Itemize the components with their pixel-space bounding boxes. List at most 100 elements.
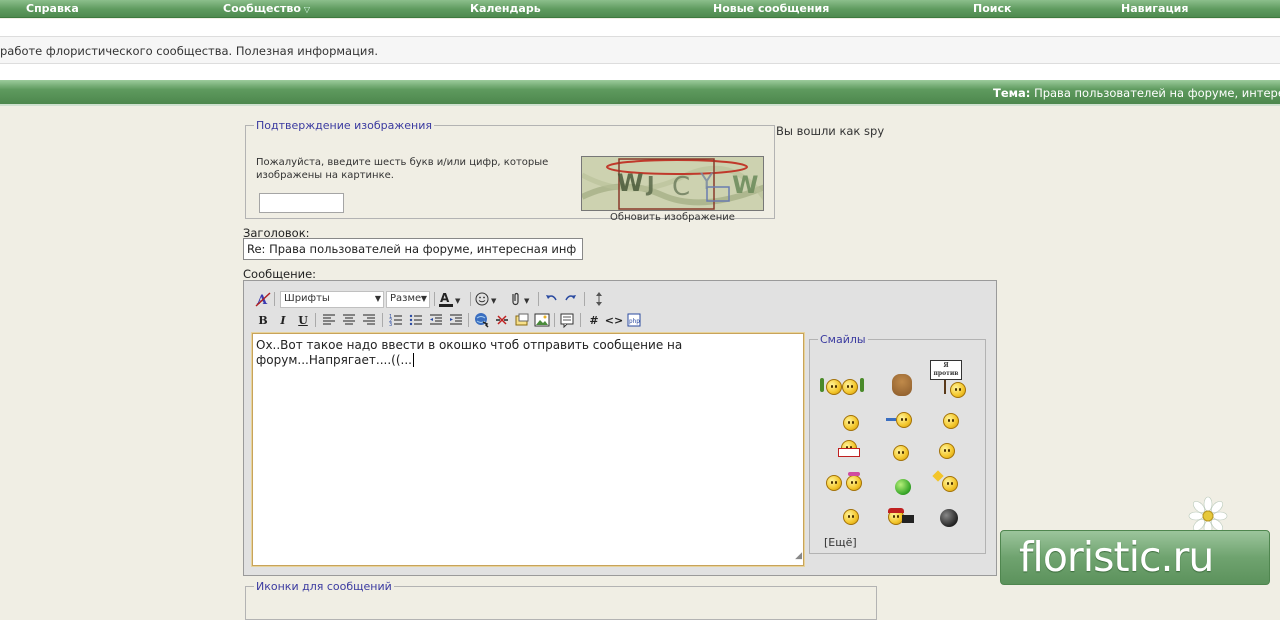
topic-label: Тема: <box>993 86 1031 100</box>
size-select-label: Разме <box>390 293 422 304</box>
toolbar-separator <box>434 292 435 306</box>
smiley-smile[interactable] <box>840 412 862 434</box>
more-smiles-link[interactable]: [Ещё] <box>824 536 857 549</box>
title-input[interactable] <box>243 238 583 260</box>
nav-calendar[interactable]: Календарь <box>470 2 541 15</box>
nav-community[interactable]: Сообщество ▽ <box>223 2 310 15</box>
smiles-fieldset: Смайлы Я против [Ещё] <box>809 333 986 554</box>
toolbar-separator <box>470 292 471 306</box>
bow-icon <box>848 472 860 476</box>
captcha-legend: Подтверждение изображения <box>256 119 433 132</box>
smiley-face-icon <box>943 413 959 429</box>
svg-text:php: php <box>629 318 640 325</box>
nav-search[interactable]: Поиск <box>973 2 1011 15</box>
redo-icon[interactable] <box>562 290 580 308</box>
smiley-help[interactable] <box>838 440 860 462</box>
hash-tag-icon[interactable]: # <box>585 311 603 329</box>
smiley-face-icon <box>942 476 958 492</box>
message-label: Сообщение: <box>243 267 317 281</box>
smiley-frown[interactable] <box>890 442 912 464</box>
remove-format-icon[interactable]: A <box>254 290 272 308</box>
align-center-icon[interactable] <box>340 311 358 329</box>
nav-new-posts[interactable]: Новые сообщения <box>713 2 829 15</box>
message-text: Ох..Вот такое надо ввести в окошко чтоб … <box>256 338 683 367</box>
protest-sign-text: Я против <box>933 362 959 377</box>
protest-sign: Я против <box>930 360 962 380</box>
smiley-annoyed[interactable] <box>940 410 962 432</box>
numbered-list-icon[interactable]: 123 <box>387 311 405 329</box>
smiley-sign-against[interactable]: Я против <box>930 360 970 400</box>
align-right-icon[interactable] <box>360 311 378 329</box>
svg-text:W: W <box>617 169 643 197</box>
outdent-icon[interactable] <box>427 311 445 329</box>
smiley-face-icon <box>843 509 859 525</box>
insert-link-icon[interactable] <box>473 311 491 329</box>
captcha-image-graphic: W J C Y W <box>582 157 763 210</box>
smiley-face-icon <box>950 382 966 398</box>
remove-link-icon[interactable] <box>493 311 511 329</box>
svg-text:▼: ▼ <box>455 297 461 305</box>
toolbar-separator <box>580 313 581 327</box>
smiley-face-icon <box>842 379 858 395</box>
top-navigation: Справка Сообщество ▽ Календарь Новые сооб… <box>0 0 1280 18</box>
speed-lines-icon <box>886 418 896 421</box>
italic-button[interactable]: I <box>274 311 292 329</box>
topic-bar: Тема: Права пользователей на форуме, инт… <box>0 80 1280 106</box>
smiley-bomb[interactable] <box>934 506 964 528</box>
insert-smiley-icon[interactable]: ▼ <box>474 290 502 308</box>
smiley-photographer[interactable] <box>884 506 918 528</box>
topic-text: Права пользователей на форуме, интерес <box>1034 86 1280 100</box>
text-color-icon[interactable]: A ▼ <box>438 290 464 308</box>
smiley-crying-pair[interactable] <box>824 472 868 494</box>
logged-in-status: Вы вошли как spy <box>776 124 885 138</box>
camera-icon <box>902 515 914 523</box>
smiley-bear[interactable] <box>890 372 912 396</box>
nav-navigation[interactable]: Навигация <box>1121 2 1188 15</box>
captcha-code-input[interactable] <box>259 193 344 213</box>
underline-button[interactable]: U <box>294 311 312 329</box>
insert-image-icon[interactable] <box>533 311 551 329</box>
spacer <box>0 64 1280 80</box>
font-size-select[interactable]: Разме ▼ <box>386 291 430 308</box>
smiley-surprised[interactable] <box>936 440 958 462</box>
nav-help[interactable]: Справка <box>26 2 79 15</box>
indent-icon[interactable] <box>447 311 465 329</box>
resize-editor-icon[interactable] <box>590 290 608 308</box>
text-cursor <box>412 353 414 367</box>
refresh-captcha-link[interactable]: Обновить изображение <box>580 212 765 223</box>
notice-text: работе флористического сообщества. Полез… <box>0 44 378 58</box>
smiley-face-icon <box>896 412 912 428</box>
toolbar-separator <box>382 313 383 327</box>
smiley-scooter[interactable] <box>886 410 916 432</box>
font-select-label: Шрифты <box>284 293 330 304</box>
smiley-green-face[interactable] <box>892 476 914 498</box>
undo-icon[interactable] <box>542 290 560 308</box>
message-textarea[interactable]: Ох..Вот такое надо ввести в окошко чтоб … <box>251 332 805 567</box>
quote-icon[interactable] <box>558 311 576 329</box>
bold-button[interactable]: B <box>254 311 272 329</box>
smiley-face-icon <box>843 415 859 431</box>
toolbar-separator <box>584 292 585 306</box>
smiley-face-icon <box>939 443 955 459</box>
bottle-icon <box>820 378 824 392</box>
resize-grip-icon[interactable]: ◢ <box>795 549 802 564</box>
editor-toolbar-row-2: B I U 123 # <> php <box>252 311 992 331</box>
dropdown-arrow-icon: ▼ <box>420 294 427 303</box>
attachment-icon[interactable]: ▼ <box>506 290 534 308</box>
editor-toolbar-row-1: A Шрифты▼ Разме▼ A▼ ▼ ▼ <box>252 290 992 310</box>
insert-email-icon[interactable] <box>513 311 531 329</box>
nav-community-label: Сообщество <box>223 2 301 15</box>
font-family-select[interactable]: Шрифты ▼ <box>280 291 384 308</box>
svg-text:C: C <box>672 172 690 202</box>
captcha-fieldset: Подтверждение изображения Пожалуйста, вв… <box>245 119 775 223</box>
header-strip <box>0 19 1280 36</box>
code-icon[interactable]: <> <box>605 311 623 329</box>
smiley-cheers[interactable] <box>820 376 868 398</box>
smiley-face-icon <box>846 475 862 491</box>
bullet-list-icon[interactable] <box>407 311 425 329</box>
align-left-icon[interactable] <box>320 311 338 329</box>
php-code-icon[interactable]: php <box>625 311 643 329</box>
smiley-party[interactable] <box>932 470 966 494</box>
svg-text:A: A <box>440 291 450 305</box>
smiley-worried[interactable] <box>840 506 862 528</box>
